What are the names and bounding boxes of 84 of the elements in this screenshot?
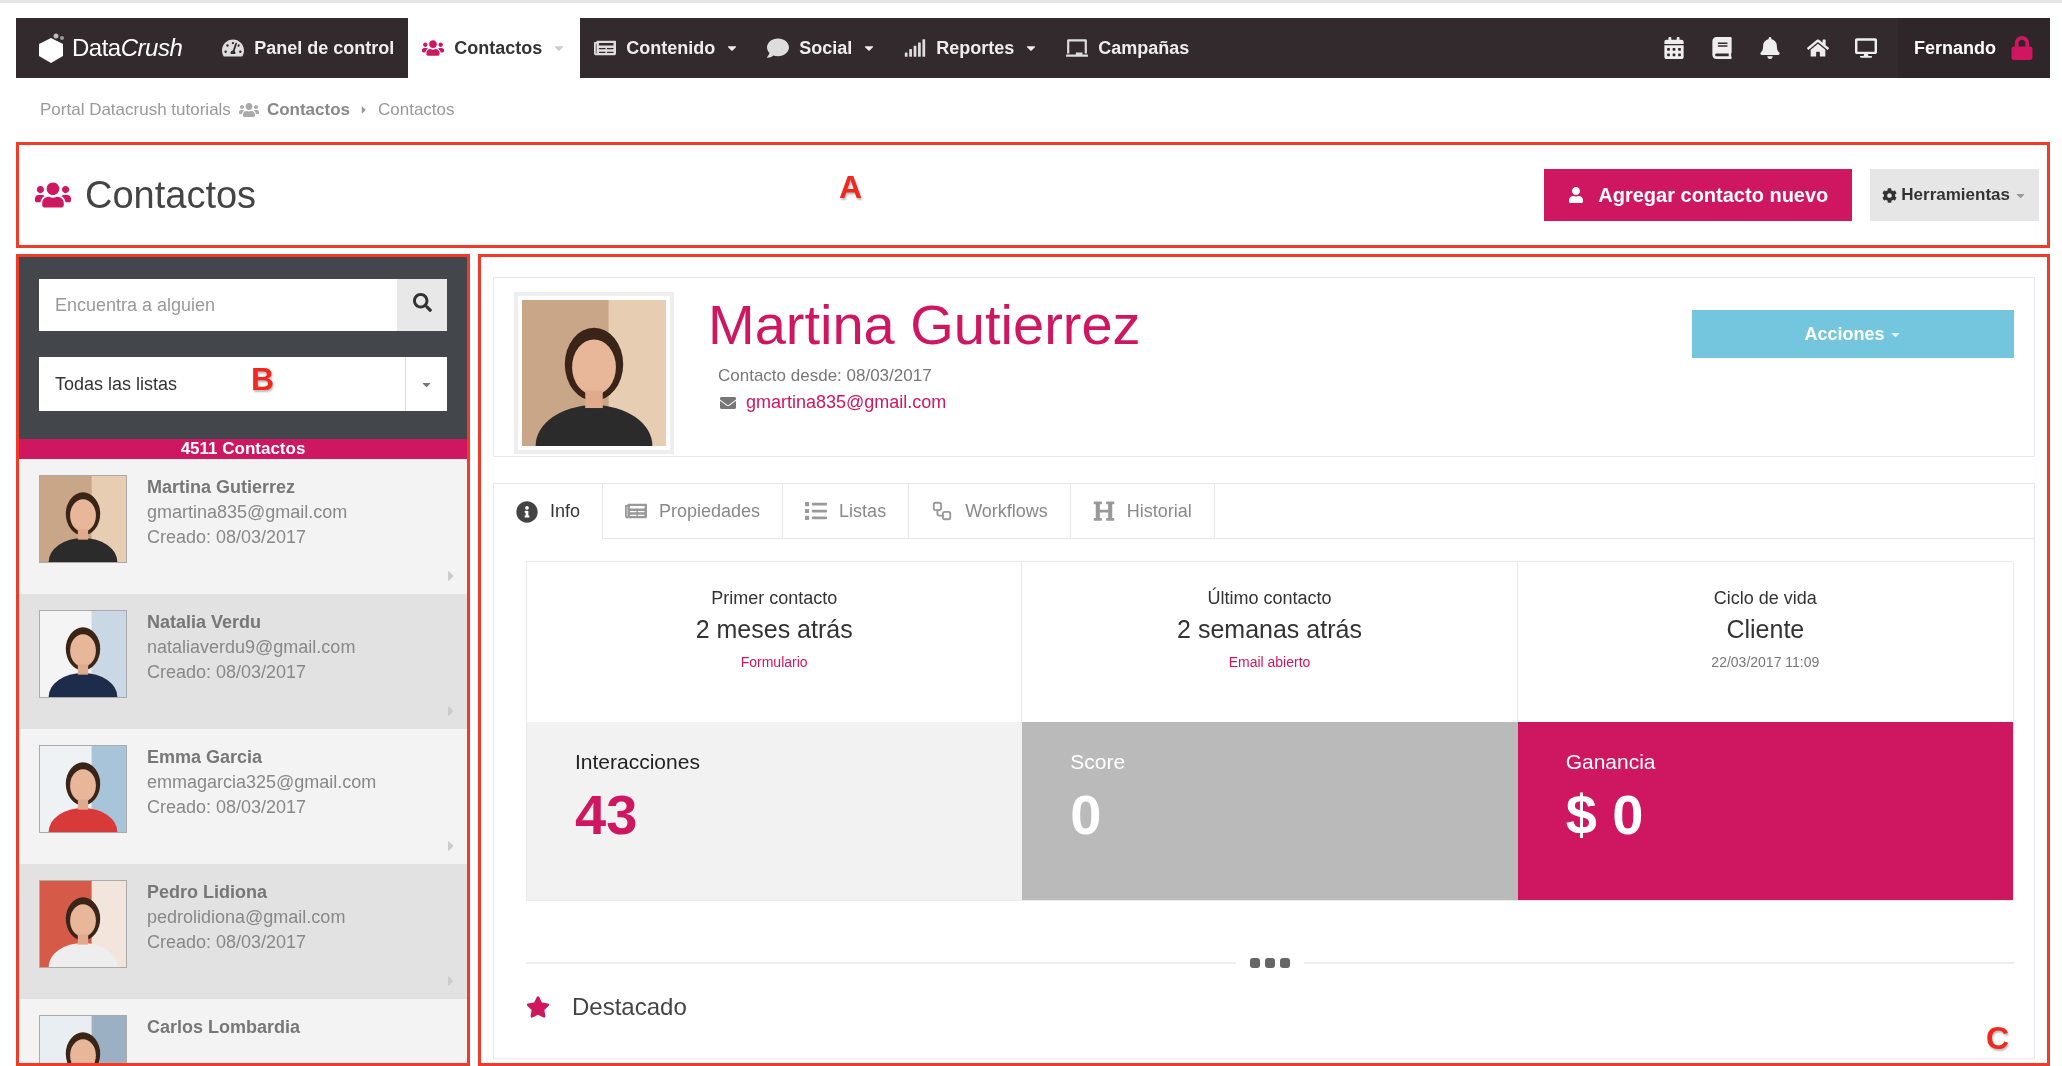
metric-value: $ 0 <box>1565 782 1645 847</box>
tab[interactable]: Listas <box>783 484 910 539</box>
heading-icon <box>1092 500 1115 522</box>
stat-label: Ciclo de vida <box>1713 588 1817 609</box>
stat-label: Primer contacto <box>711 588 838 609</box>
stat-date: 22/03/2017 11:09 <box>1711 654 1820 670</box>
info-icon <box>516 500 538 523</box>
contact-name: Pedro Lidiona <box>147 882 268 903</box>
contact-created-date: Creado: 08/03/2017 <box>147 662 308 683</box>
tab[interactable]: Workflows <box>909 484 1071 539</box>
tools-button[interactable]: Herramientas <box>1870 169 2039 221</box>
signal-bars-icon <box>904 37 927 59</box>
metric-label: Score <box>1070 750 1127 774</box>
stat-value: Cliente <box>1726 615 1805 644</box>
search-icon <box>412 293 432 312</box>
list-icon <box>805 500 828 522</box>
contact-since: Contacto desde: 08/03/2017 <box>718 366 933 386</box>
contact-name: Emma Garcia <box>147 747 264 768</box>
metric-label: Interacciones <box>575 750 701 774</box>
contact-email: pedrolidiona@gmail.com <box>147 907 346 928</box>
contact-email: nataliaverdu9@gmail.com <box>147 637 356 658</box>
calendar-icon <box>1663 37 1685 59</box>
nav-item[interactable]: Contactos <box>408 18 581 78</box>
annotation-letter: C <box>1985 1020 2009 1057</box>
contact-name: Carlos Lombardia <box>147 1017 301 1038</box>
breadcrumb-link[interactable]: Portal Datacrush tutorials <box>40 100 231 120</box>
user-menu[interactable]: Fernando <box>1898 18 2050 78</box>
contact-list-item[interactable]: Emma Garcia emmagarcia325@gmail.com Creado: 08/03/2017 <box>19 729 467 864</box>
users-icon <box>422 37 445 59</box>
metric-value: 0 <box>1070 782 1103 847</box>
lock-icon <box>2010 36 2034 60</box>
nav-item[interactable]: Reportes <box>890 18 1053 78</box>
breadcrumb-link[interactable]: Contactos <box>378 100 455 120</box>
metric-value: 43 <box>575 782 639 847</box>
tab[interactable]: Propiedades <box>603 484 784 539</box>
bell-icon <box>1759 37 1781 59</box>
stat-source-link[interactable]: Formulario <box>740 654 808 670</box>
tab[interactable]: Historial <box>1070 484 1215 539</box>
desktop-icon <box>1855 37 1877 59</box>
contact-name: Natalia Verdu <box>147 612 263 633</box>
contact-email: gmartina835@gmail.com <box>147 502 348 523</box>
contact-count: 4511 Contactos <box>19 439 467 459</box>
gauge-icon <box>222 37 245 59</box>
workflow-icon <box>931 500 954 522</box>
breadcrumb-link[interactable]: Contactos <box>266 100 350 120</box>
email-link[interactable]: gmartina835@gmail.com <box>746 392 947 413</box>
search-button[interactable] <box>397 279 447 331</box>
easel-icon <box>1066 37 1089 59</box>
contact-created-date: Creado: 08/03/2017 <box>147 527 308 548</box>
contact-list-item[interactable]: Martina Gutierrez gmartina835@gmail.com Creado: 08/03/2017 <box>19 459 467 594</box>
contact-list-item[interactable]: Natalia Verdu nataliaverdu9@gmail.com Creado: 08/03/2017 <box>19 594 467 729</box>
section-heading: Destacado <box>572 993 687 1021</box>
annotation-letter: A <box>839 169 863 206</box>
contact-name: Martina Gutierrez <box>147 477 297 498</box>
star-icon <box>526 995 550 1019</box>
nav-item[interactable]: Contenido <box>580 18 754 78</box>
search-field[interactable]: Encuentra a alguien <box>39 279 397 331</box>
stat-value: 2 meses atrás <box>695 615 853 644</box>
contact-list-item[interactable]: Carlos Lombardia <box>19 999 467 1063</box>
contact-list-item[interactable]: Pedro Lidiona pedrolidiona@gmail.com Creado: 08/03/2017 <box>19 864 467 999</box>
stat-source-link[interactable]: Email abierto <box>1228 654 1311 670</box>
metric-label: Ganancia <box>1565 750 1657 774</box>
page-title: Contactos <box>85 173 257 217</box>
nav-item[interactable]: Panel de control <box>208 18 409 78</box>
add-contact-button[interactable]: Agregar contacto nuevo <box>1544 169 1853 221</box>
annotation-letter: B <box>251 361 275 398</box>
comment-icon <box>767 37 790 59</box>
logo-icon <box>36 32 66 64</box>
home-icon <box>1807 37 1829 59</box>
nav-item[interactable]: Campañas <box>1052 18 1204 78</box>
nav-item[interactable]: Social <box>753 18 891 78</box>
settings-icon <box>1882 187 1898 203</box>
stat-label: Último contacto <box>1207 588 1332 609</box>
contact-created-date: Creado: 08/03/2017 <box>147 797 308 818</box>
envelope-icon <box>720 394 736 411</box>
contact-email: emmagarcia325@gmail.com <box>147 772 377 793</box>
user-icon <box>1568 187 1585 203</box>
logo-text[interactable]: DataCrush <box>72 34 183 62</box>
book-icon <box>1711 37 1733 59</box>
contact-created-date: Creado: 08/03/2017 <box>147 932 308 953</box>
stat-value: 2 semanas atrás <box>1177 615 1362 644</box>
users-icon <box>238 100 259 120</box>
more-dots-icon[interactable] <box>1250 957 1290 969</box>
contact-name: Martina Gutierrez <box>708 292 1141 358</box>
